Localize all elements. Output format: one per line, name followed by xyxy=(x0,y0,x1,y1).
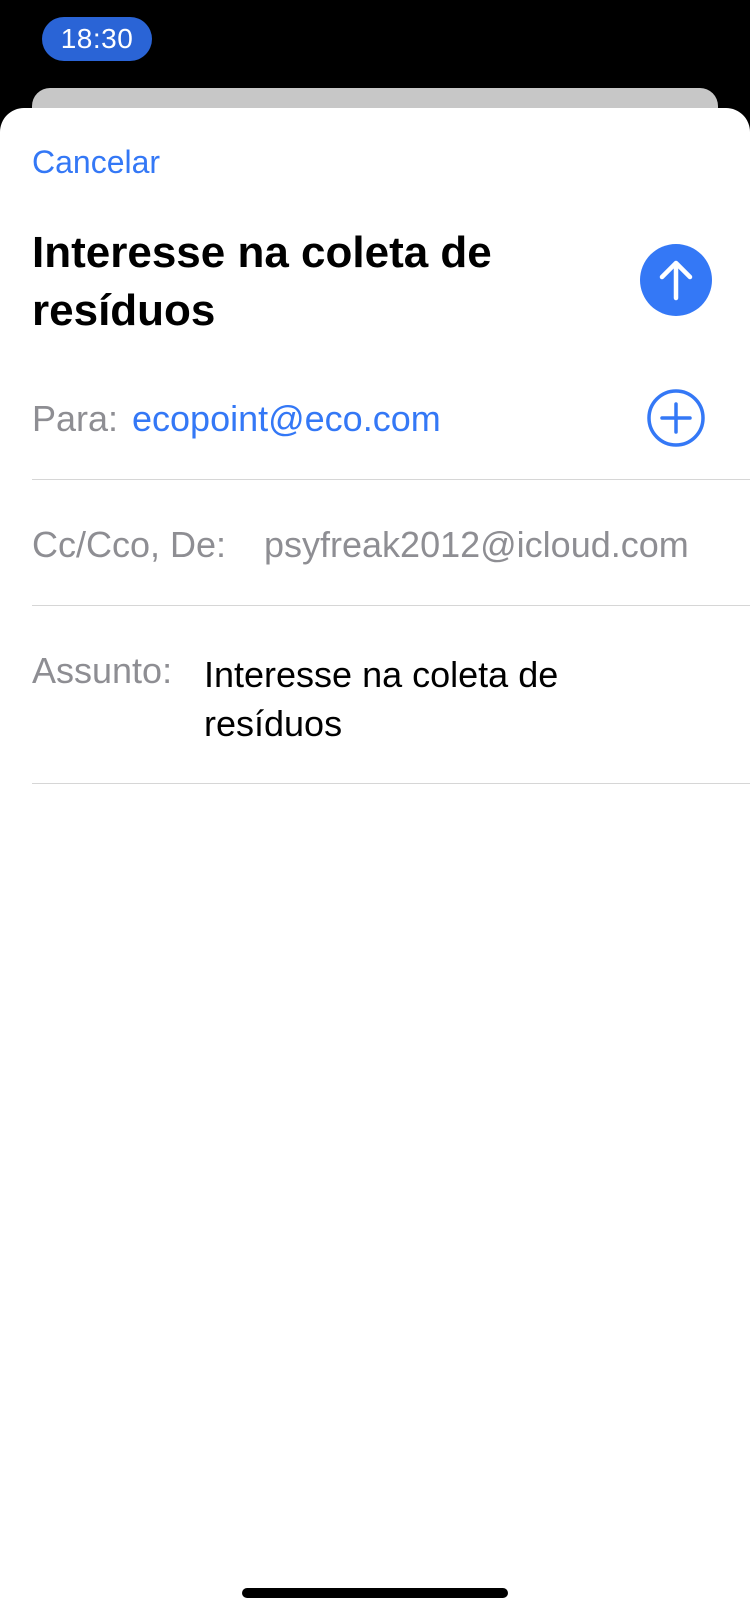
cancel-button[interactable]: Cancelar xyxy=(32,144,160,181)
arrow-up-icon xyxy=(659,260,693,301)
home-indicator[interactable] xyxy=(242,1588,508,1598)
cc-bcc-from-field-row[interactable]: Cc/Cco, De: psyfreak2012@icloud.com xyxy=(32,480,750,606)
cc-label: Cc/Cco, De: xyxy=(32,524,227,565)
plus-circle-icon xyxy=(647,389,705,447)
status-bar: 18:30 xyxy=(0,0,750,90)
compose-title: Interesse na coleta de resíduos xyxy=(32,228,492,335)
to-recipient[interactable]: ecopoint@eco.com xyxy=(132,398,441,440)
subject-label: Assunto: xyxy=(32,650,173,691)
status-time: 18:30 xyxy=(42,17,152,61)
subject-input[interactable]: Interesse na coleta de resíduos xyxy=(204,650,664,748)
send-button[interactable] xyxy=(640,244,712,316)
subject-field-row[interactable]: Assunto: Interesse na coleta de resíduos xyxy=(32,606,750,784)
to-field-row[interactable]: Para: ecopoint@eco.com xyxy=(32,376,750,480)
from-address[interactable]: psyfreak2012@icloud.com xyxy=(264,524,734,566)
add-recipient-button[interactable] xyxy=(646,388,706,448)
to-label: Para: xyxy=(32,398,119,439)
compose-sheet: Cancelar Interesse na coleta de resíduos… xyxy=(0,108,750,1624)
